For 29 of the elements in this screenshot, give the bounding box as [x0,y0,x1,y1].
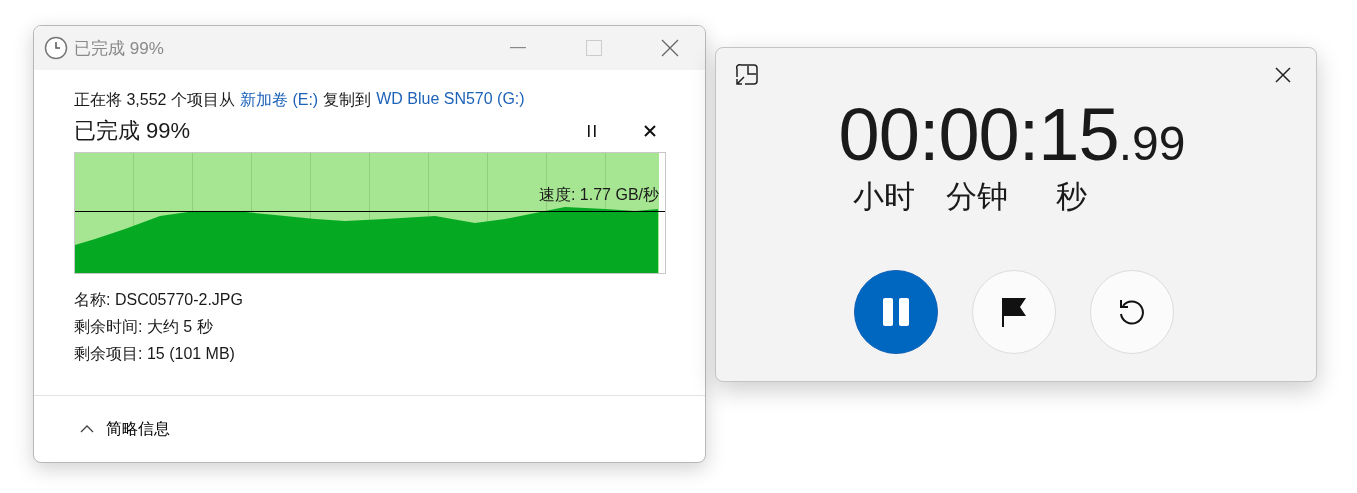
pause-icon [882,297,910,327]
progress-title: 已完成 99% [74,117,192,145]
maximize-icon [586,40,602,56]
flag-icon [1000,296,1028,328]
speed-label: 速度: 1.77 GB/秒 [538,185,659,205]
caret-icon [80,425,94,433]
detail-line: 名称: DSC05770-2.JPG [74,290,244,310]
expand-icon [736,64,758,86]
clock-icon [44,36,68,60]
details-toggle[interactable]: 简略信息 [80,418,170,440]
close-icon [661,39,679,57]
close-icon [644,125,656,137]
detail-line: 剩余项目: 15 (101 MB) [74,344,236,364]
expand-button[interactable] [734,62,760,88]
detail-line: 剩余时间: 大约 5 秒 [74,317,214,337]
pause-icon [587,125,597,137]
unit-label: 小时 [853,178,916,216]
reset-icon [1117,297,1147,327]
drive-link[interactable]: WD Blue SN570 (G:) [376,90,525,111]
hundredths: .99 [1118,120,1186,168]
copy-message: 复制到 [323,90,372,110]
close-icon [1275,67,1291,83]
elapsed-time: 00:00:15 [838,98,1119,172]
unit-label: 分钟 [946,178,1009,216]
copy-message: 正在将 3,552 个项目从 [74,90,235,110]
window-title: 已完成 99% [74,37,165,60]
drive-link[interactable]: 新加卷 (E:) [239,90,319,111]
unit-label: 秒 [1056,178,1088,216]
minimize-icon [510,47,526,49]
